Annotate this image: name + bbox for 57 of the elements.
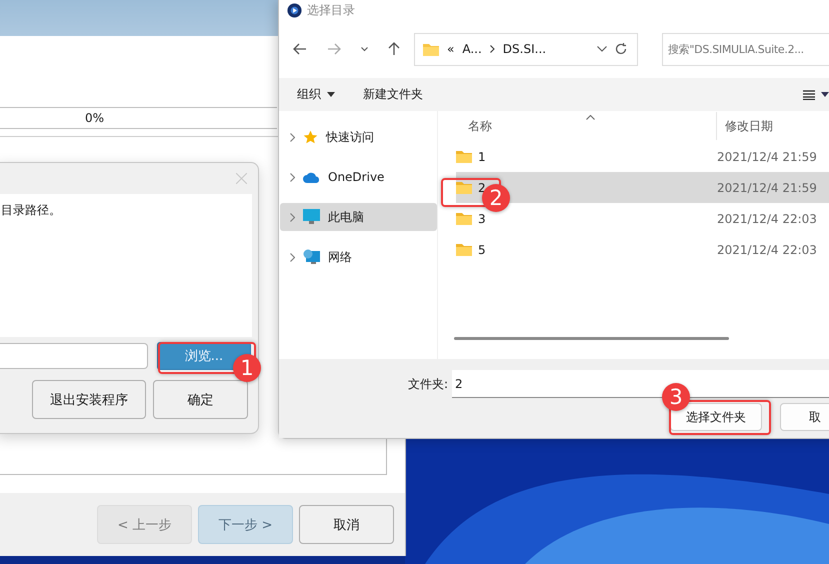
column-header[interactable]: 修改日期 — [716, 112, 773, 140]
sidebar-item[interactable]: 此电脑 — [280, 203, 437, 231]
sidebar-item[interactable]: 快速访问 — [280, 123, 437, 151]
sort-up-icon — [586, 115, 595, 120]
dropdown-chevron-icon[interactable] — [361, 46, 368, 52]
organize-menu[interactable]: 组织 — [297, 86, 321, 103]
modified-date: 2021/12/4 21:59 — [717, 180, 817, 194]
message-text: 目录路径。 — [1, 203, 61, 217]
folder-row[interactable]: 5 2021/12/4 22:03 — [456, 234, 829, 265]
progress-reading: 0% — [84, 111, 104, 125]
search-field[interactable]: 搜索"DS.SIMULIA.Suite.2... — [662, 32, 829, 66]
caret-icon[interactable] — [821, 92, 829, 97]
folder-name: 5 — [478, 242, 486, 256]
new-folder-button[interactable]: 新建文件夹 — [363, 86, 423, 103]
cancel-button[interactable]: 取消 — [299, 505, 394, 544]
up-arrow-icon[interactable] — [388, 42, 400, 56]
chevron-right-icon — [490, 45, 495, 53]
path-input-field[interactable] — [0, 343, 148, 369]
chevron-right-icon — [290, 252, 295, 262]
select-folder-button[interactable]: 选择文件夹 — [670, 403, 762, 431]
monitor-icon — [303, 209, 320, 225]
sidebar-item[interactable]: OneDrive — [280, 163, 437, 191]
folder-icon — [456, 212, 472, 225]
caret-icon — [327, 92, 335, 97]
field-label: 文件夹: — [408, 376, 448, 392]
breadcrumb-item[interactable]: « — [447, 42, 454, 56]
exit-setup-button[interactable]: 退出安装程序 — [32, 380, 146, 419]
refresh-icon[interactable] — [615, 43, 627, 55]
back-arrow-icon[interactable] — [293, 43, 307, 55]
folder-icon — [456, 150, 472, 163]
cancel-button[interactable]: 取 — [780, 403, 829, 431]
breadcrumb-item[interactable]: DS.SI... — [502, 42, 546, 56]
modified-date: 2021/12/4 22:03 — [717, 242, 817, 256]
breadcrumb-item[interactable]: A... — [462, 42, 482, 56]
sidebar-item[interactable]: 网络 — [280, 243, 437, 271]
chevron-right-icon — [290, 132, 295, 142]
folder-icon — [456, 243, 472, 256]
folder-icon — [456, 181, 472, 194]
modified-date: 2021/12/4 21:59 — [717, 150, 817, 164]
modified-date: 2021/12/4 22:03 — [717, 212, 817, 226]
chevron-right-icon — [290, 172, 295, 182]
address-bar[interactable]: « A... DS.SI... — [414, 32, 638, 66]
window-title: 选择目录 — [307, 2, 355, 18]
folder-icon — [423, 42, 439, 56]
dropdown-chevron-icon[interactable] — [597, 46, 607, 52]
folder-name: 3 — [478, 212, 486, 226]
folder-name: 1 — [478, 150, 486, 164]
app-logo-icon — [287, 2, 302, 18]
ok-button[interactable]: 确定 — [153, 380, 248, 419]
folder-row[interactable]: 1 2021/12/4 21:59 — [456, 141, 829, 172]
network-icon — [303, 249, 320, 265]
cloud-icon — [303, 172, 320, 182]
chevron-right-icon — [290, 212, 295, 222]
horizontal-scrollbar[interactable] — [454, 337, 729, 340]
column-header[interactable]: 名称 — [468, 118, 492, 134]
view-list-icon[interactable] — [803, 90, 815, 100]
star-icon — [303, 130, 318, 144]
